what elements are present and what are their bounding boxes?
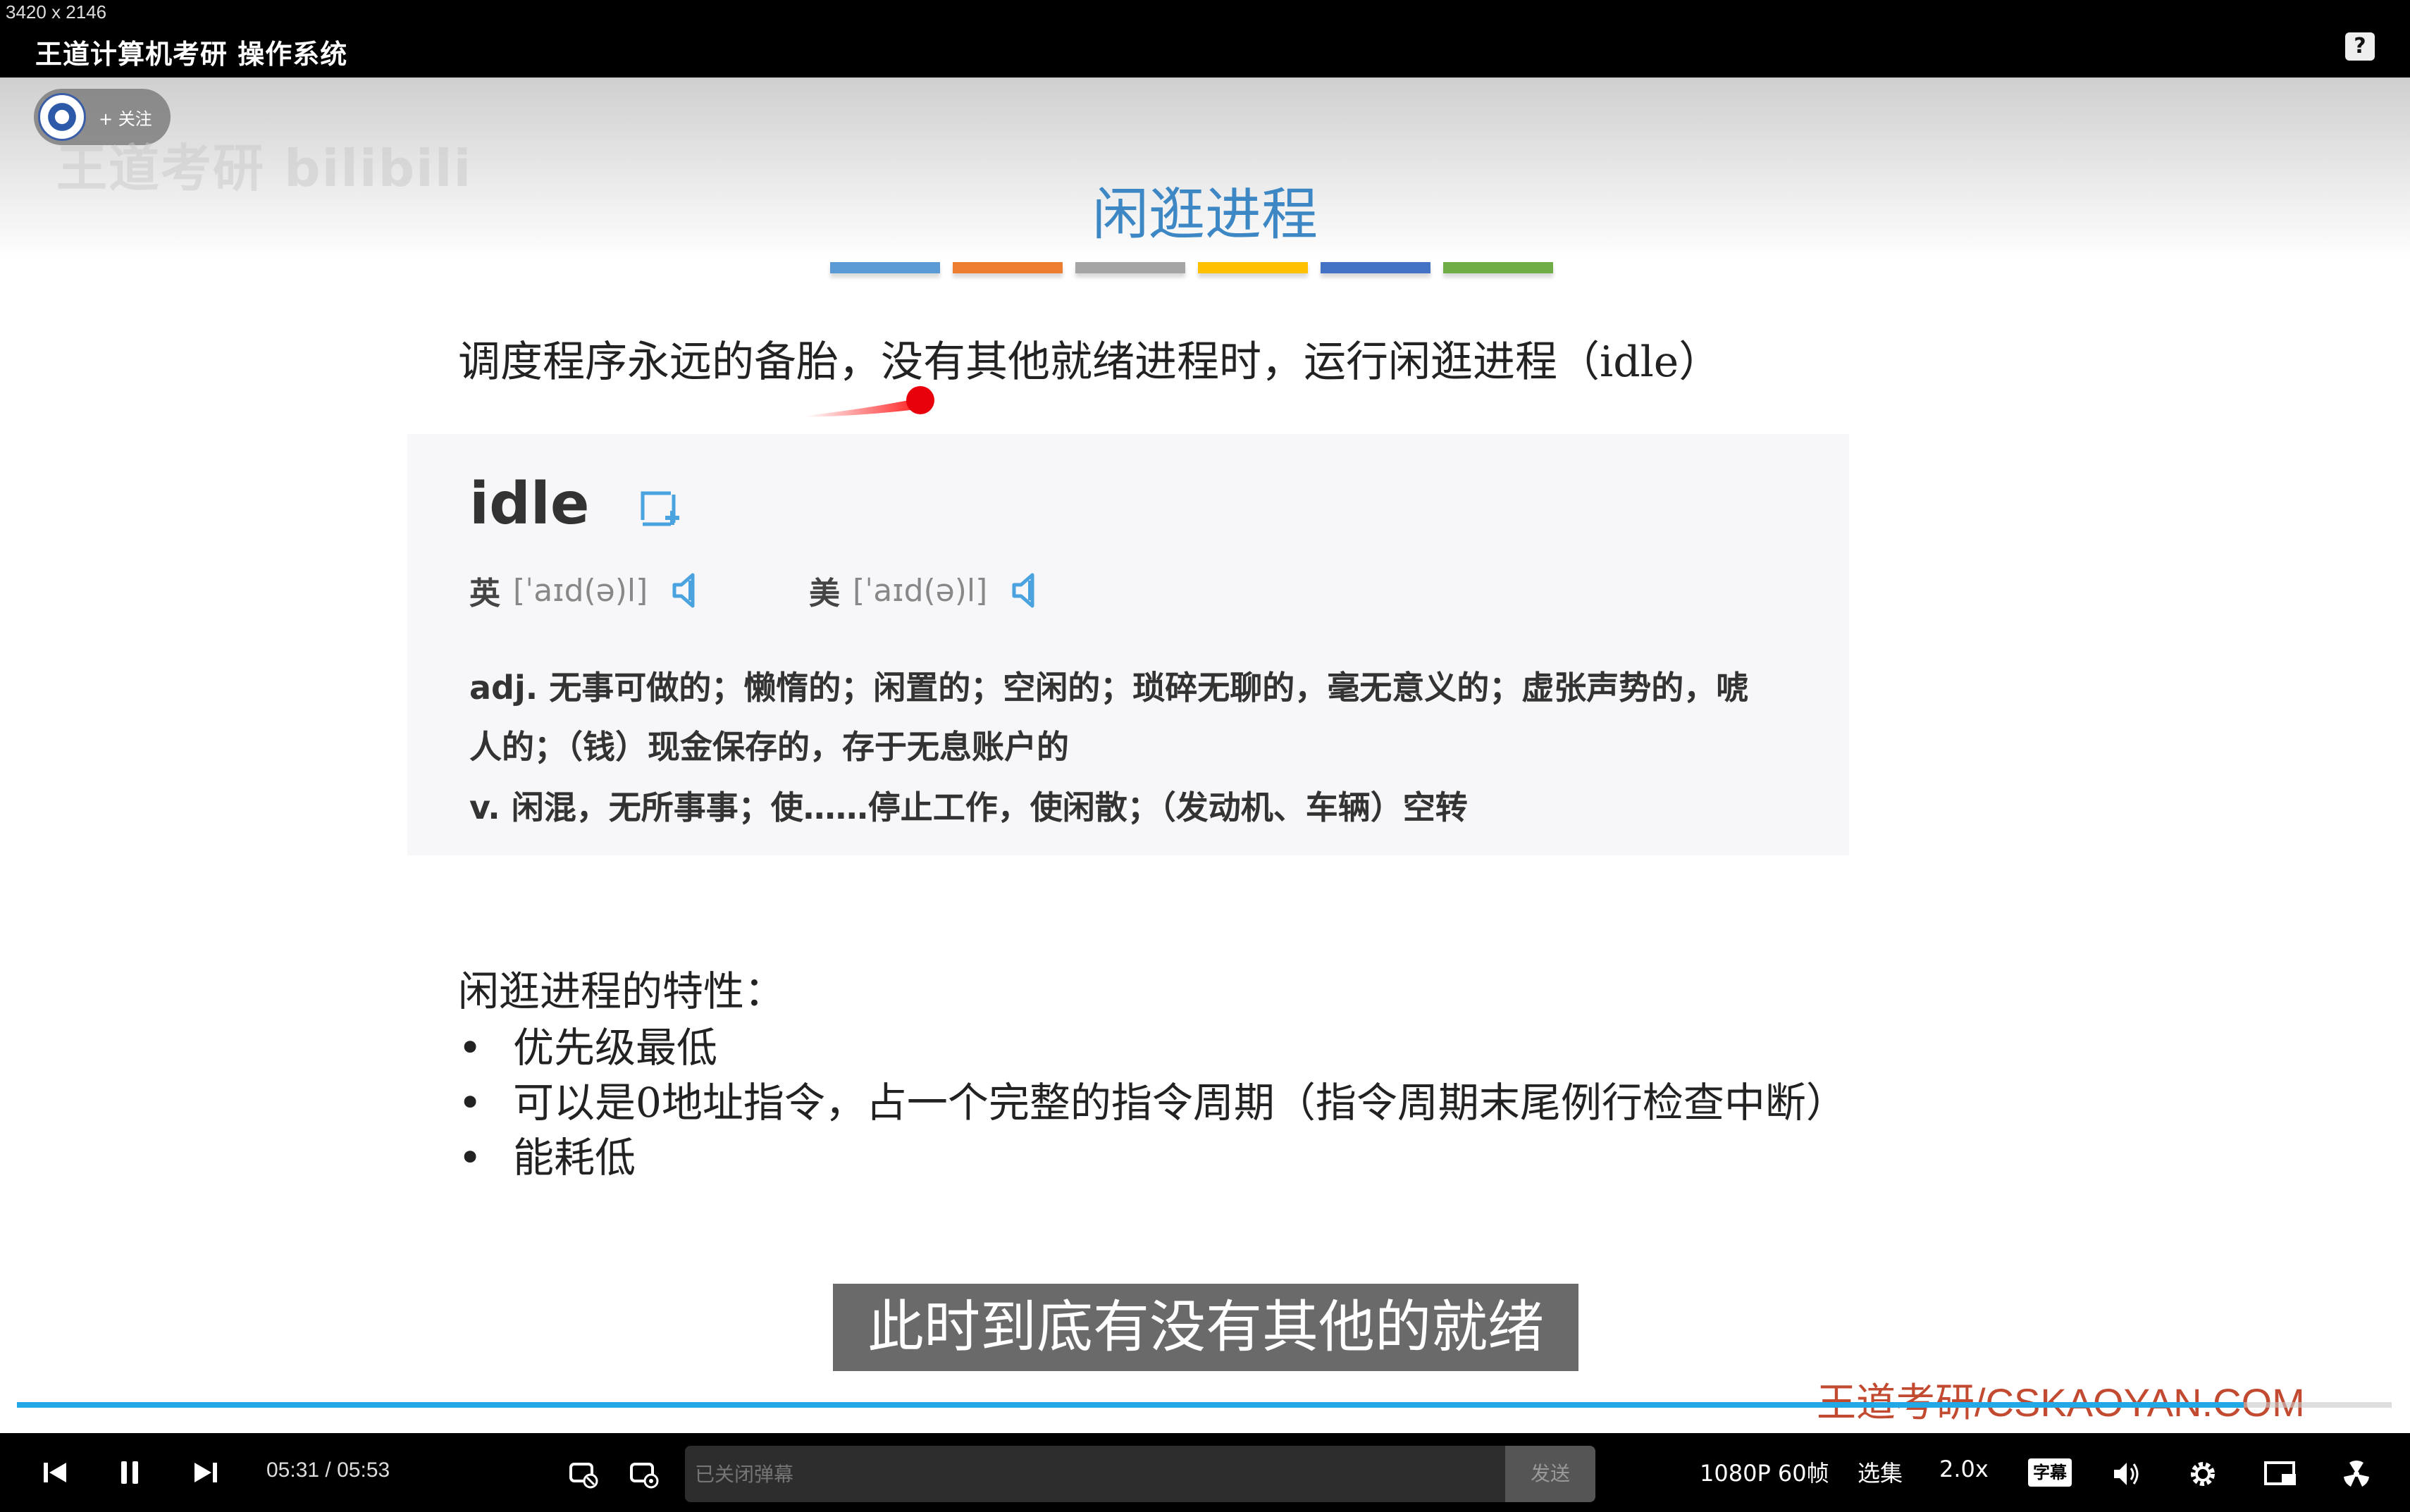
player-controls: 05:31 / 05:53 发送 1080P 60帧 选集 2.0x 字幕 — [0, 1433, 2410, 1512]
bullet-dot: • — [458, 1079, 483, 1127]
bullet-dot: • — [458, 1024, 483, 1072]
property-text: 优先级最低 — [513, 1024, 718, 1072]
uk-label: 英 — [469, 576, 500, 612]
next-icon[interactable] — [192, 1458, 220, 1487]
video-frame[interactable]: + 关注 王道考研 bilibili 闲逛进程 调度程序永远的备胎，没有其他就绪… — [0, 78, 2410, 1433]
progress-fill — [17, 1402, 2244, 1408]
follow-button[interactable]: + 关注 — [99, 105, 152, 130]
window-title-bar: 3420 x 2146 王道计算机考研 操作系统 ? — [0, 0, 2410, 78]
color-bar — [830, 262, 940, 273]
color-bar — [1321, 262, 1430, 273]
settings-gear-icon[interactable] — [2187, 1458, 2218, 1489]
color-bar — [1198, 262, 1308, 273]
danmaku-settings-icon[interactable] — [629, 1458, 660, 1489]
dimensions-label: 3420 x 2146 — [6, 1, 107, 23]
us-phonetic: [ˈaɪd(ə)l] — [853, 572, 988, 609]
color-bar — [953, 262, 1063, 273]
definition-line: v. 闲混，无所事事；使……停止工作，使闲散；（发动机、车辆）空转 — [469, 788, 1468, 826]
dictionary-word: idle — [469, 471, 590, 538]
subtitle-button[interactable]: 字幕 — [2028, 1458, 2072, 1487]
volume-icon[interactable] — [2111, 1458, 2142, 1489]
property-item: • 优先级最低 — [458, 1015, 717, 1074]
brand-watermark: 王道考研/CSKAOYAN.COM — [1817, 1380, 2305, 1425]
dictionary-card: idle 英 [ˈaɪd(ə)l] 美 [ˈaɪd(ə)l] adj. 无事可做… — [407, 434, 1849, 855]
episodes-button[interactable]: 选集 — [1858, 1456, 1903, 1488]
intro-text: 调度程序永远的备胎，没有其他就绪进程时，运行闲逛进程（idle） — [458, 337, 1722, 387]
uk-pronunciation: 英 [ˈaɪd(ə)l] — [469, 568, 708, 613]
danmaku-bar: 发送 — [685, 1446, 1595, 1502]
color-bar — [1075, 262, 1185, 273]
property-item: • 能耗低 — [458, 1124, 636, 1184]
definition-line: adj. 无事可做的；懒惰的；闲置的；空闲的；琐碎无聊的，毫无意义的；虚张声势的… — [469, 669, 1749, 707]
time-display: 05:31 / 05:53 — [266, 1458, 390, 1482]
fullscreen-radiation-icon[interactable] — [2340, 1458, 2373, 1489]
pause-icon[interactable] — [116, 1458, 144, 1487]
property-item: • 可以是0地址指令，占一个完整的指令周期（指令周期末尾例行检查中断） — [458, 1070, 1847, 1129]
color-bar — [1443, 262, 1553, 273]
video-title: 王道计算机考研 操作系统 — [35, 39, 348, 70]
time-separator: / — [325, 1458, 331, 1482]
picture-in-picture-icon[interactable] — [2263, 1458, 2297, 1489]
total-time: 05:53 — [337, 1458, 390, 1482]
quality-selector[interactable]: 1080P 60帧 — [1700, 1456, 1829, 1488]
previous-icon[interactable] — [41, 1458, 69, 1487]
us-speaker-icon[interactable] — [1008, 571, 1048, 610]
progress-bar[interactable] — [17, 1402, 2392, 1408]
danmaku-toggle-icon[interactable] — [568, 1458, 599, 1489]
us-pronunciation: 美 [ˈaɪd(ə)l] — [809, 568, 1048, 613]
danmaku-input[interactable] — [685, 1446, 1505, 1502]
title-color-bars — [830, 262, 1553, 273]
video-subtitle: 此时到底有没有其他的就绪 — [833, 1284, 1578, 1371]
definition-line: 人的；（钱）现金保存的，存于无息账户的 — [469, 728, 1069, 766]
bullet-dot: • — [458, 1134, 483, 1182]
add-wordbook-icon[interactable] — [640, 490, 682, 530]
help-button[interactable]: ? — [2345, 32, 2375, 61]
properties-title: 闲逛进程的特性： — [458, 967, 786, 1015]
slide-title: 闲逛进程 — [1092, 182, 1318, 247]
property-text: 可以是0地址指令，占一个完整的指令周期（指令周期末尾例行检查中断） — [513, 1079, 1847, 1127]
property-text: 能耗低 — [513, 1134, 636, 1182]
uk-speaker-icon[interactable] — [669, 571, 708, 610]
uk-phonetic: [ˈaɪd(ə)l] — [513, 572, 648, 609]
laser-pointer-icon — [806, 386, 934, 417]
speed-selector[interactable]: 2.0x — [1939, 1456, 1989, 1482]
current-time: 05:31 — [266, 1458, 320, 1482]
send-button[interactable]: 发送 — [1505, 1446, 1595, 1502]
us-label: 美 — [809, 576, 840, 612]
